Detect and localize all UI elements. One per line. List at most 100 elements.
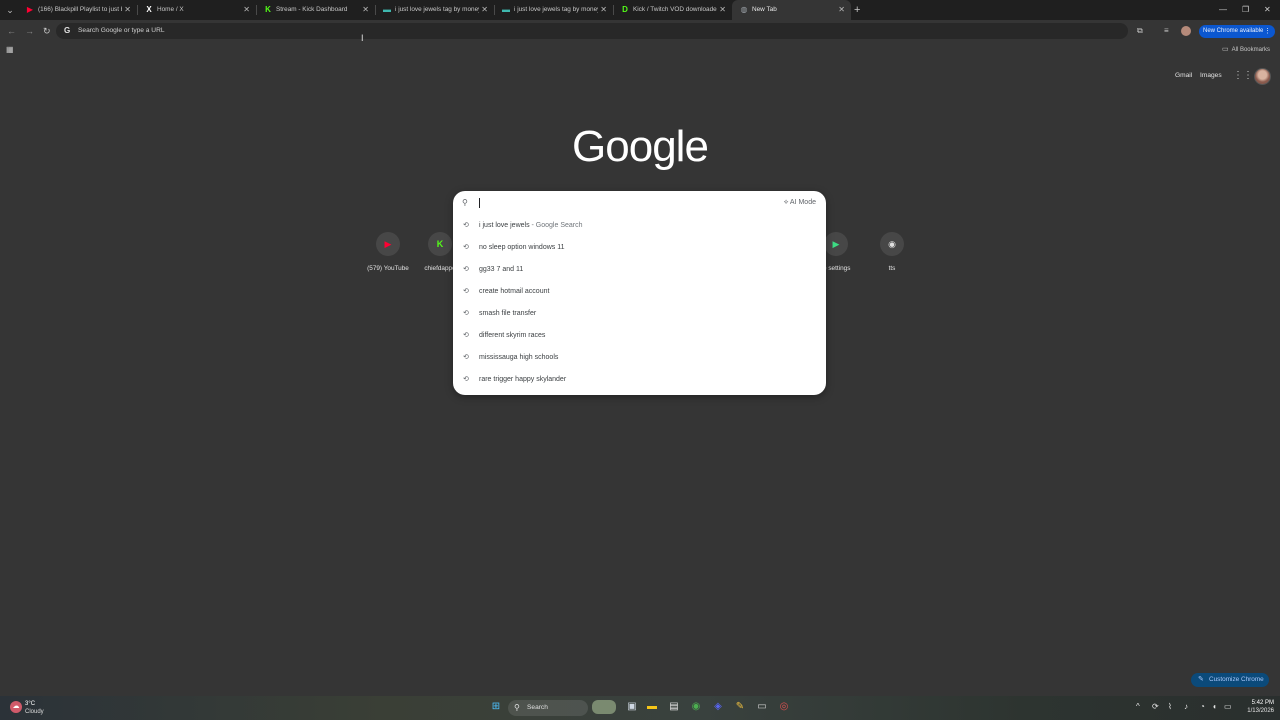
tab-strip: ⌄ ▶ (166) Blackpill Playlist to just be … xyxy=(0,0,1280,20)
tab-close-icon[interactable]: ✕ xyxy=(600,5,607,15)
pencil-icon: ✎ xyxy=(1198,676,1204,683)
apps-grid-icon[interactable]: ▦ xyxy=(6,45,14,55)
tab-search-chevron-down-icon[interactable]: ⌄ xyxy=(3,3,17,17)
taskbar-search[interactable]: ⚲ Search xyxy=(508,700,588,716)
volume-icon[interactable]: ◖ xyxy=(1212,702,1217,712)
task-view-icon[interactable]: ▣ xyxy=(625,700,639,714)
reload-icon[interactable]: ↻ xyxy=(43,25,51,37)
tab-title: Kick / Twitch VOD downloader xyxy=(633,6,717,13)
media-controls-icon[interactable]: ≡ xyxy=(1164,26,1169,36)
all-bookmarks-label: All Bookmarks xyxy=(1231,47,1270,53)
x-icon: X xyxy=(146,5,152,14)
shortcut-label: (579) YouTube xyxy=(367,265,409,272)
shortcut-icon-circle: ▶ xyxy=(376,232,400,256)
customize-label: Customize Chrome xyxy=(1209,676,1264,683)
suggestion-text: i just love jewels xyxy=(479,222,530,229)
suggestion-row[interactable]: ⟲ i just love jewels - Google Search xyxy=(453,215,826,237)
weather-widget[interactable]: ☁ 3°C Cloudy xyxy=(10,699,70,717)
profile-avatar[interactable] xyxy=(1181,26,1191,36)
suggestion-text: gg33 7 and 11 xyxy=(479,266,524,273)
tab-new-tab[interactable]: ◍ New Tab ✕ xyxy=(732,0,851,20)
new-chrome-available-button[interactable]: New Chrome available ⋮ xyxy=(1199,25,1275,38)
suggestion-text: rare trigger happy skylander xyxy=(479,376,567,383)
customize-chrome-button[interactable]: ✎ Customize Chrome xyxy=(1191,673,1269,687)
ai-mode-label: AI Mode xyxy=(789,199,816,206)
tab-close-icon[interactable]: ✕ xyxy=(243,5,250,15)
suggestion-row[interactable]: ⟲ mississauga high schools xyxy=(453,347,826,369)
app-icon[interactable]: ◎ xyxy=(777,700,791,714)
battery-icon[interactable]: ▭ xyxy=(1224,702,1232,712)
shortcut-icon-circle: ▶ xyxy=(824,232,848,256)
tab-close-icon[interactable]: ✕ xyxy=(481,5,488,15)
tab-title: New Tab xyxy=(752,6,777,13)
back-arrow-icon[interactable]: ← xyxy=(7,25,16,37)
google-g-icon: G xyxy=(64,26,71,35)
tab-close-icon[interactable]: ✕ xyxy=(362,5,369,15)
tray-sync-icon[interactable]: ⟳ xyxy=(1152,702,1159,712)
suggestion-row[interactable]: ⟲ smash file transfer xyxy=(453,303,826,325)
shortcut-youtube[interactable]: ▶ (579) YouTube xyxy=(360,232,416,273)
history-icon: ⟲ xyxy=(463,354,469,361)
shortcut-icon-circle: K xyxy=(428,232,452,256)
suggestion-row[interactable]: ⟲ rare trigger happy skylander xyxy=(453,369,826,391)
gmail-link[interactable]: Gmail xyxy=(1175,71,1192,81)
suggestion-text: different skyrim races xyxy=(479,332,546,339)
tts-icon: ◉ xyxy=(888,239,896,249)
google-logo: Google xyxy=(572,122,709,171)
history-icon: ⟲ xyxy=(463,266,469,273)
kick-icon: K xyxy=(265,5,271,14)
tab-vod-downloader[interactable]: D Kick / Twitch VOD downloader ✕ xyxy=(613,0,732,20)
minimize-icon[interactable]: — xyxy=(1219,4,1227,16)
history-icon: ⟲ xyxy=(463,310,469,317)
ai-mode-icon: ⟡ xyxy=(783,199,789,206)
suggestion-text: no sleep option windows 11 xyxy=(479,244,565,251)
youtube-icon: ▶ xyxy=(26,5,34,14)
window-close-icon[interactable]: ✕ xyxy=(1264,4,1271,16)
omnibox[interactable]: G Search Google or type a URL xyxy=(56,23,1128,39)
windows-start-icon[interactable]: ⊞ xyxy=(489,700,503,714)
tab-jewels-1[interactable]: ▬ i just love jewels tag by money ✕ xyxy=(375,0,494,20)
microphone-icon[interactable]: ♪ xyxy=(1184,702,1188,712)
discord-icon[interactable]: ◈ xyxy=(711,700,725,714)
system-clock[interactable]: 5:42 PM 1/13/2026 xyxy=(1240,699,1274,715)
tray-chevron-up-icon[interactable]: ^ xyxy=(1136,702,1140,712)
suggestion-row[interactable]: ⟲ different skyrim races xyxy=(453,325,826,347)
tray-network-icon[interactable]: ⌇ xyxy=(1168,702,1172,712)
wifi-icon[interactable]: ◔ xyxy=(1200,702,1205,712)
account-avatar[interactable] xyxy=(1254,68,1271,85)
tab-close-icon[interactable]: ✕ xyxy=(838,5,845,15)
all-bookmarks-button[interactable]: ▭ All Bookmarks xyxy=(1222,45,1270,55)
history-icon: ⟲ xyxy=(463,288,469,295)
folder-icon: ▭ xyxy=(1222,46,1229,53)
suggestion-row[interactable]: ⟲ create hotmail account xyxy=(453,281,826,303)
terminal-icon[interactable]: ▭ xyxy=(755,700,769,714)
tab-home-x[interactable]: X Home / X ✕ xyxy=(137,0,256,20)
file-explorer-icon[interactable]: ▬ xyxy=(645,700,659,714)
shortcut-tts[interactable]: ◉ tts xyxy=(864,232,920,273)
forward-arrow-icon[interactable]: → xyxy=(25,25,34,37)
search-icon: ⚲ xyxy=(514,703,520,712)
taskbar-search-label: Search xyxy=(527,704,548,711)
tab-close-icon[interactable]: ✕ xyxy=(719,5,726,15)
search-input[interactable] xyxy=(479,198,480,208)
images-link[interactable]: Images xyxy=(1200,71,1222,81)
ai-mode-button[interactable]: ⟡ AI Mode xyxy=(784,198,816,208)
notes-icon[interactable]: ✎ xyxy=(733,700,747,714)
search-highlight-icon[interactable] xyxy=(592,700,616,714)
shortcut-label: tts xyxy=(888,265,896,272)
chrome-icon[interactable]: ◉ xyxy=(689,700,703,714)
store-icon[interactable]: ▤ xyxy=(667,700,681,714)
extensions-puzzle-icon[interactable]: ⧉ xyxy=(1137,26,1143,36)
tab-blackpill-playlist[interactable]: ▶ (166) Blackpill Playlist to just be ✕ xyxy=(18,0,137,20)
suggestion-row[interactable]: ⟲ gg33 7 and 11 xyxy=(453,259,826,281)
kick-icon: K xyxy=(436,239,444,249)
tab-title: (166) Blackpill Playlist to just be xyxy=(38,6,122,13)
tab-jewels-2[interactable]: ▬ i just love jewels tag by money ✕ xyxy=(494,0,613,20)
restore-icon[interactable]: ❐ xyxy=(1242,4,1249,16)
shortcut-icon-circle: ◉ xyxy=(880,232,904,256)
tab-close-icon[interactable]: ✕ xyxy=(124,5,131,15)
new-tab-plus-icon[interactable]: + xyxy=(854,4,860,16)
play-icon: ▶ xyxy=(832,239,840,249)
tab-kick-dashboard[interactable]: K Stream - Kick Dashboard ✕ xyxy=(256,0,375,20)
suggestion-row[interactable]: ⟲ no sleep option windows 11 xyxy=(453,237,826,259)
